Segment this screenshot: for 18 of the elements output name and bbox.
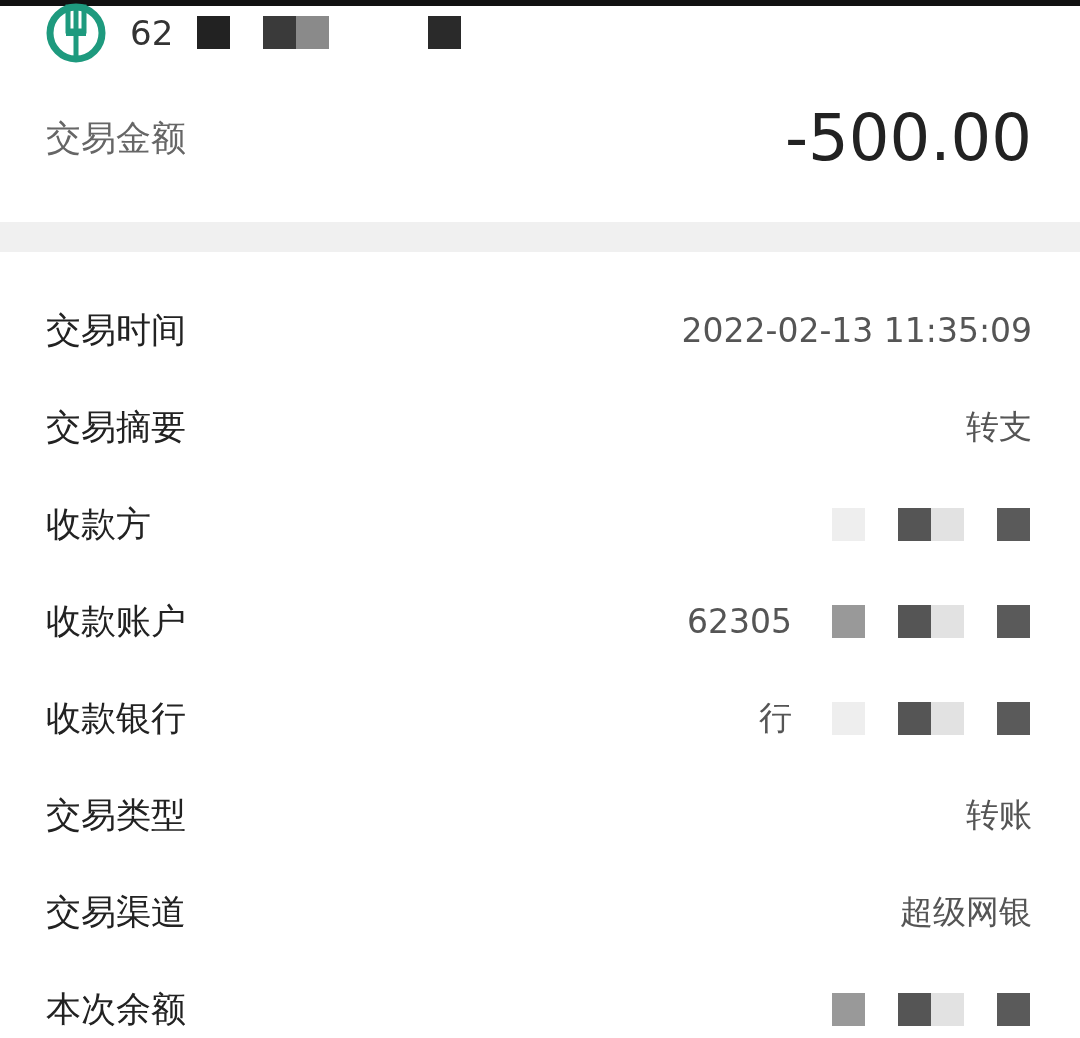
field-value: 超级网银 <box>900 891 1032 933</box>
field-label: 收款方 <box>46 503 151 546</box>
amount-label: 交易金额 <box>46 116 186 160</box>
field-label: 交易类型 <box>46 794 186 837</box>
field-label: 交易渠道 <box>46 891 186 934</box>
field-value: 行 <box>759 697 792 739</box>
amount-value: -500.00 <box>784 101 1032 175</box>
card-number: 62 <box>130 13 174 53</box>
field-label: 交易摘要 <box>46 406 186 449</box>
field-value: 转账 <box>966 794 1032 836</box>
field-value: 转支 <box>966 406 1032 448</box>
bank-logo-icon <box>46 3 106 63</box>
field-label: 本次余额 <box>46 988 186 1031</box>
field-value: 62305 <box>687 602 792 641</box>
field-value: 2022-02-13 11:35:09 <box>681 311 1032 350</box>
field-label: 收款银行 <box>46 697 186 740</box>
field-label: 交易时间 <box>46 309 186 352</box>
field-label: 收款账户 <box>46 600 186 643</box>
